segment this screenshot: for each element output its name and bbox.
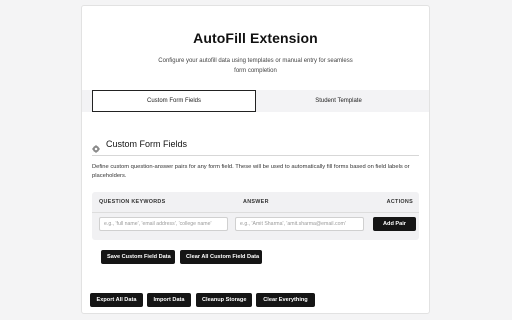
export-all-data-button[interactable]: Export All Data [90, 293, 143, 307]
header-actions: ACTIONS [386, 199, 413, 205]
clear-custom-field-data-button[interactable]: Clear All Custom Field Data [180, 250, 262, 264]
section-divider [92, 155, 419, 156]
section-header: Custom Form Fields [92, 137, 188, 153]
gear-icon [92, 140, 100, 153]
section-title: Custom Form Fields [106, 139, 188, 149]
save-custom-field-data-button[interactable]: Save Custom Field Data [101, 250, 175, 264]
answer-input[interactable] [235, 217, 364, 231]
table-divider [92, 212, 419, 213]
cleanup-storage-button[interactable]: Cleanup Storage [196, 293, 252, 307]
question-keywords-input[interactable] [99, 217, 228, 231]
tab-student-template[interactable]: Student Template [256, 90, 421, 112]
tab-custom-form-fields[interactable]: Custom Form Fields [92, 90, 256, 112]
custom-fields-table: QUESTION KEYWORDS ANSWER ACTIONS Add Pai… [92, 192, 419, 240]
header-question-keywords: QUESTION KEYWORDS [99, 199, 166, 205]
section-description: Define custom question-answer pairs for … [92, 164, 410, 179]
import-data-button[interactable]: Import Data [147, 293, 191, 307]
add-pair-button[interactable]: Add Pair [373, 217, 416, 231]
page-title: AutoFill Extension [193, 30, 318, 46]
page-subtitle: Configure your autofill data using templ… [158, 58, 353, 74]
header-answer: ANSWER [243, 199, 269, 205]
extension-panel: AutoFill Extension Configure your autofi… [81, 5, 430, 314]
clear-everything-button[interactable]: Clear Everything [256, 293, 315, 307]
tab-bar: Custom Form Fields Student Template [82, 90, 429, 112]
